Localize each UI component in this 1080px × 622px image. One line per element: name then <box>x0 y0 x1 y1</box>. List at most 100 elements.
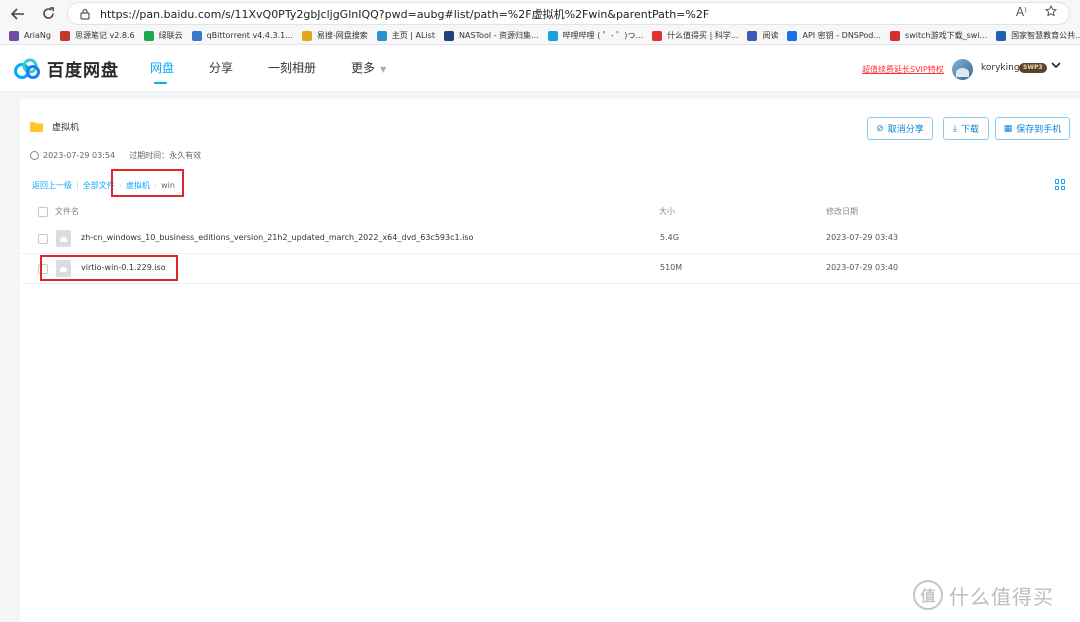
bookmark-label: 国家智慧教育公共... <box>1011 31 1080 40</box>
bookmark-label: API 密钥 - DNSPod... <box>802 31 882 40</box>
column-date[interactable]: 修改日期 <box>826 206 858 217</box>
bookmark-label: 哔哩哔哩 ( ゜- ゜)つ... <box>562 31 644 40</box>
column-size[interactable]: 大小 <box>659 206 675 217</box>
table-header: 文件名 大小 修改日期 <box>20 200 1080 224</box>
bilibili-icon <box>547 30 558 41</box>
file-name[interactable]: zh-cn_windows_10_business_editions_versi… <box>81 233 473 242</box>
tab-label: 一刻相册 <box>268 61 317 75</box>
iso-file-icon <box>56 230 71 247</box>
favorite-star-icon[interactable] <box>1044 4 1058 20</box>
tab-label: 分享 <box>209 61 234 75</box>
yisou-icon <box>301 30 312 41</box>
bookmark-item[interactable]: 阅读 <box>747 30 778 41</box>
username[interactable]: koryking <box>981 63 1020 73</box>
bookmark-item[interactable]: 主页 | AList <box>376 30 435 41</box>
breadcrumb-back[interactable]: 返回上一级 <box>32 180 72 191</box>
tab-share[interactable]: 分享 <box>209 59 233 92</box>
switch-icon <box>890 30 901 41</box>
browser-toolbar: https://pan.baidu.com/s/11XvQ0PTy2gbJclj… <box>0 0 1080 27</box>
bookmark-item[interactable]: 什么值得买 | 科学... <box>652 30 738 41</box>
share-panel: 虚拟机 2023-07-29 03:54 过期时间：永久有效 ⊘ 取消分享 ⤓ … <box>20 99 1080 622</box>
share-title: 虚拟机 <box>30 120 79 133</box>
share-time: 2023-07-29 03:54 <box>43 151 116 160</box>
breadcrumb-separator: | <box>76 181 79 190</box>
watermark-text: 什么值得买 <box>949 584 1054 609</box>
cancel-circle-icon: ⊘ <box>876 123 884 134</box>
siyuan-icon <box>59 30 70 41</box>
bookmark-item[interactable]: 绿联云 <box>143 30 183 41</box>
lock-icon <box>80 8 92 20</box>
bookmark-item[interactable]: 国家智慧教育公共... <box>996 30 1080 41</box>
bookmark-item[interactable]: switch游戏下载_swi... <box>890 30 987 41</box>
site-header: 百度网盘 网盘 分享 一刻相册 更多 ▼ 超值续费延长SVIP特权 korykin… <box>0 45 1080 92</box>
download-button[interactable]: ⤓ 下载 <box>943 117 989 140</box>
qbittorrent-icon <box>191 30 202 41</box>
highlight-box <box>40 255 178 281</box>
breadcrumb-all-files[interactable]: 全部文件 <box>83 180 115 191</box>
bookmark-label: 什么值得买 | 科学... <box>667 31 739 40</box>
file-date: 2023-07-29 03:43 <box>826 233 899 242</box>
share-expire: 过期时间：永久有效 <box>129 151 202 160</box>
share-meta: 2023-07-29 03:54 过期时间：永久有效 <box>30 150 201 161</box>
button-label: 取消分享 <box>887 125 924 135</box>
folder-icon <box>30 121 43 132</box>
dnspod-icon <box>787 30 798 41</box>
tab-netdisk[interactable]: 网盘 <box>150 59 174 92</box>
url-text: https://pan.baidu.com/s/11XvQ0PTy2gbJclj… <box>100 7 710 21</box>
back-arrow-icon[interactable] <box>5 1 31 27</box>
chevron-down-icon: ▼ <box>380 65 387 74</box>
file-size: 5.4G <box>660 233 679 242</box>
download-icon: ⤓ <box>953 123 957 134</box>
baidu-pan-logo[interactable]: 百度网盘 <box>13 56 119 81</box>
bookmark-item[interactable]: API 密钥 - DNSPod... <box>787 30 881 41</box>
watermark: 值 什么值得买 <box>913 580 1054 610</box>
logo-text: 百度网盘 <box>47 61 119 81</box>
bookmark-item[interactable]: 哔哩哔哩 ( ゜- ゜)つ... <box>547 30 644 41</box>
select-all-checkbox[interactable] <box>38 207 48 217</box>
ariang-icon <box>9 30 19 41</box>
bookmark-item[interactable]: qBittorrent v4.4.3.1... <box>191 30 293 41</box>
bookmark-label: 易搜-网盘搜索 <box>316 31 368 40</box>
bookmark-label: 绿联云 <box>158 31 183 40</box>
user-menu-chevron-icon[interactable] <box>1051 59 1061 72</box>
bookmark-label: qBittorrent v4.4.3.1... <box>206 31 293 40</box>
ugreen-icon <box>143 30 154 41</box>
table-row[interactable]: zh-cn_windows_10_business_editions_versi… <box>20 224 1080 254</box>
smzdm-icon <box>652 30 663 41</box>
save-to-phone-button[interactable]: ▦ 保存到手机 <box>995 117 1070 140</box>
read-aloud-icon[interactable]: A⁾ <box>1016 5 1027 20</box>
button-label: 保存到手机 <box>1016 125 1062 135</box>
tab-label: 网盘 <box>150 61 175 75</box>
nastool-icon <box>443 30 454 41</box>
highlight-box <box>111 169 184 197</box>
phone-grid-icon: ▦ <box>1003 123 1013 134</box>
bookmarks-bar: AriaNg 思源笔记 v2.8.6 绿联云 qBittorrent v4.4.3.1… <box>0 27 1080 45</box>
bookmark-label: AriaNg <box>24 31 51 40</box>
clock-icon <box>30 151 39 160</box>
tab-label: 更多 <box>351 61 376 75</box>
bookmark-label: switch游戏下载_swi... <box>905 31 988 40</box>
bookmark-label: 主页 | AList <box>391 31 435 40</box>
cloud-logo-icon <box>14 58 40 79</box>
tab-more[interactable]: 更多 ▼ <box>351 59 386 92</box>
row-checkbox[interactable] <box>38 234 48 244</box>
bookmark-label: 阅读 <box>762 31 779 40</box>
tab-album[interactable]: 一刻相册 <box>268 59 316 92</box>
smzdm-logo-icon: 值 <box>913 580 943 610</box>
table-row[interactable]: virtio-win-0.1.229.iso 510M 2023-07-29 0… <box>20 254 1080 284</box>
alist-icon <box>376 30 387 41</box>
svip-promo-link[interactable]: 超值续费延长SVIP特权 <box>862 64 944 75</box>
bookmark-item[interactable]: 易搜-网盘搜索 <box>301 30 368 41</box>
bookmark-item[interactable]: NASTool - 资源归集... <box>443 30 539 41</box>
bookmark-item[interactable]: 思源笔记 v2.8.6 <box>59 30 135 41</box>
grid-view-icon[interactable] <box>1055 179 1066 190</box>
column-name[interactable]: 文件名 <box>55 206 79 217</box>
avatar[interactable] <box>952 59 973 80</box>
top-nav: 网盘 分享 一刻相册 更多 ▼ <box>150 59 421 92</box>
bookmark-item[interactable]: AriaNg <box>9 30 51 41</box>
read-icon <box>747 30 758 41</box>
cancel-share-button[interactable]: ⊘ 取消分享 <box>867 117 933 140</box>
reload-icon[interactable] <box>35 1 61 27</box>
share-name: 虚拟机 <box>52 123 80 133</box>
address-bar[interactable]: https://pan.baidu.com/s/11XvQ0PTy2gbJclj… <box>67 2 1070 25</box>
